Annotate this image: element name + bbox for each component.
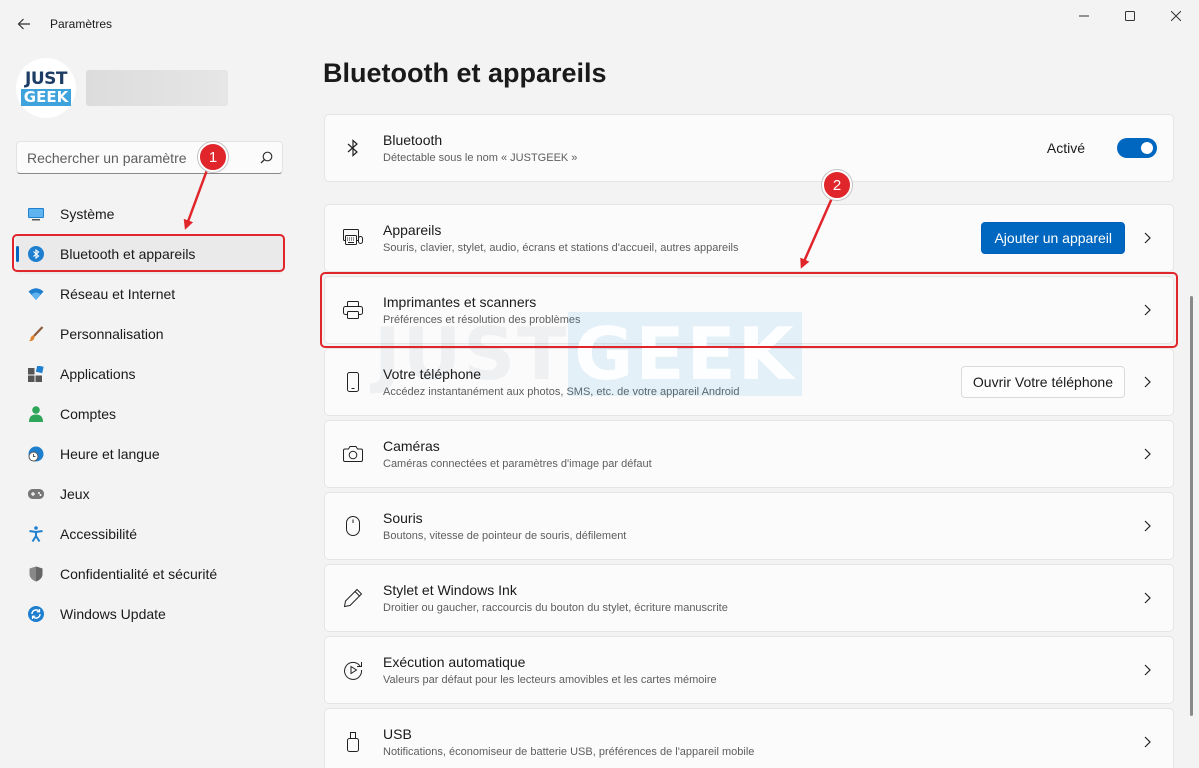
- card-title: Caméras: [383, 438, 440, 454]
- autoplay-icon: [343, 660, 363, 680]
- maximize-icon: [1125, 11, 1135, 21]
- sidebar-item-jeux[interactable]: Jeux: [16, 474, 283, 514]
- annotation-badge-1: 1: [198, 142, 228, 172]
- user-profile[interactable]: JUST GEEK: [16, 58, 228, 118]
- card-title: Souris: [383, 510, 423, 526]
- sidebar-item-label: Personnalisation: [60, 326, 164, 342]
- chevron-right-icon: [1137, 448, 1157, 460]
- back-button[interactable]: [4, 4, 44, 44]
- sidebar-item-accessibilite[interactable]: Accessibilité: [16, 514, 283, 554]
- card-subtitle: Souris, clavier, stylet, audio, écrans e…: [383, 242, 739, 254]
- annotation-highlight-sidebar: [12, 234, 285, 272]
- arrow-left-icon: [17, 18, 30, 30]
- brush-icon: [28, 326, 44, 342]
- search-icon[interactable]: [250, 151, 282, 164]
- sidebar-item-applications[interactable]: Applications: [16, 354, 283, 394]
- sidebar-item-label: Applications: [60, 366, 136, 382]
- accessibility-icon: [28, 526, 44, 542]
- scrollbar[interactable]: [1190, 296, 1193, 716]
- sidebar-item-label: Confidentialité et sécurité: [60, 566, 218, 582]
- minimize-button[interactable]: [1061, 0, 1107, 32]
- gamepad-icon: [28, 486, 44, 502]
- souris-card[interactable]: Souris Boutons, vitesse de pointeur de s…: [324, 492, 1174, 560]
- chevron-right-icon: [1137, 232, 1157, 244]
- sidebar-item-systeme[interactable]: Système: [16, 194, 283, 234]
- stylet-card[interactable]: Stylet et Windows Ink Droitier ou gauche…: [324, 564, 1174, 632]
- window-controls: [1061, 0, 1199, 32]
- execution-automatique-card[interactable]: Exécution automatique Valeurs par défaut…: [324, 636, 1174, 704]
- card-subtitle: Caméras connectées et paramètres d'image…: [383, 458, 652, 470]
- apps-icon: [28, 366, 44, 382]
- toggle-label: Activé: [1046, 140, 1085, 156]
- logo-line1: JUST: [25, 68, 67, 89]
- logo-line2: GEEK: [20, 88, 72, 106]
- minimize-icon: [1079, 15, 1089, 17]
- sidebar-item-comptes[interactable]: Comptes: [16, 394, 283, 434]
- chevron-right-icon: [1137, 520, 1157, 532]
- chevron-right-icon: [1137, 736, 1157, 748]
- phone-icon: [343, 372, 363, 392]
- card-title: Bluetooth: [383, 132, 443, 148]
- sidebar-item-label: Système: [60, 206, 115, 222]
- window-title: Paramètres: [50, 17, 113, 31]
- bluetooth-toggle[interactable]: [1117, 138, 1157, 158]
- card-title: Exécution automatique: [383, 654, 526, 670]
- add-device-button[interactable]: Ajouter un appareil: [981, 222, 1125, 254]
- card-title: Appareils: [383, 222, 442, 238]
- mouse-icon: [343, 516, 363, 536]
- open-phone-button[interactable]: Ouvrir Votre téléphone: [960, 366, 1125, 398]
- sidebar-item-label: Comptes: [60, 406, 117, 422]
- avatar: JUST GEEK: [16, 58, 76, 118]
- chevron-right-icon: [1137, 664, 1157, 676]
- card-title: Stylet et Windows Ink: [383, 582, 517, 598]
- annotation-badge-2: 2: [822, 170, 852, 200]
- person-icon: [28, 406, 44, 422]
- camera-icon: [343, 444, 363, 464]
- sidebar-item-label: Réseau et Internet: [60, 286, 176, 302]
- clock-globe-icon: [28, 446, 44, 462]
- blurred-user-name: [86, 70, 228, 106]
- card-subtitle: Détectable sous le nom « JUSTGEEK »: [383, 152, 578, 164]
- bluetooth-icon: [343, 138, 363, 158]
- appareils-card[interactable]: Appareils Souris, clavier, stylet, audio…: [324, 204, 1174, 272]
- sidebar-item-label: Windows Update: [60, 606, 166, 622]
- close-icon: [1171, 11, 1181, 21]
- bluetooth-card[interactable]: Bluetooth Détectable sous le nom « JUSTG…: [324, 114, 1174, 182]
- cameras-card[interactable]: Caméras Caméras connectées et paramètres…: [324, 420, 1174, 488]
- sidebar-item-personnalisation[interactable]: Personnalisation: [16, 314, 283, 354]
- devices-icon: [343, 228, 363, 248]
- card-subtitle: Droitier ou gaucher, raccourcis du bouto…: [383, 602, 728, 614]
- sidebar-item-confidentialite[interactable]: Confidentialité et sécurité: [16, 554, 283, 594]
- sidebar-item-windows-update[interactable]: Windows Update: [16, 594, 283, 634]
- chevron-right-icon: [1137, 592, 1157, 604]
- shield-icon: [28, 566, 44, 582]
- usb-card[interactable]: USB Notifications, économiseur de batter…: [324, 708, 1174, 768]
- card-subtitle: Notifications, économiseur de batterie U…: [383, 746, 755, 758]
- annotation-highlight-printers: [320, 272, 1178, 348]
- sidebar-item-heure-langue[interactable]: Heure et langue: [16, 434, 283, 474]
- sidebar-item-label: Accessibilité: [60, 526, 138, 542]
- close-button[interactable]: [1153, 0, 1199, 32]
- page-title: Bluetooth et appareils: [323, 58, 607, 88]
- monitor-icon: [28, 206, 44, 222]
- maximize-button[interactable]: [1107, 0, 1153, 32]
- title-bar: Paramètres: [0, 0, 1199, 48]
- pen-icon: [343, 588, 363, 608]
- usb-icon: [343, 732, 363, 752]
- card-subtitle: Boutons, vitesse de pointeur de souris, …: [383, 530, 627, 542]
- update-icon: [28, 606, 44, 622]
- sidebar-item-label: Jeux: [60, 486, 90, 502]
- sidebar-item-reseau[interactable]: Réseau et Internet: [16, 274, 283, 314]
- sidebar-item-label: Heure et langue: [60, 446, 160, 462]
- chevron-right-icon: [1137, 376, 1157, 388]
- search-box: [16, 141, 283, 174]
- card-subtitle: Valeurs par défaut pour les lecteurs amo…: [383, 674, 717, 686]
- card-title: USB: [383, 726, 412, 742]
- wifi-icon: [28, 286, 44, 302]
